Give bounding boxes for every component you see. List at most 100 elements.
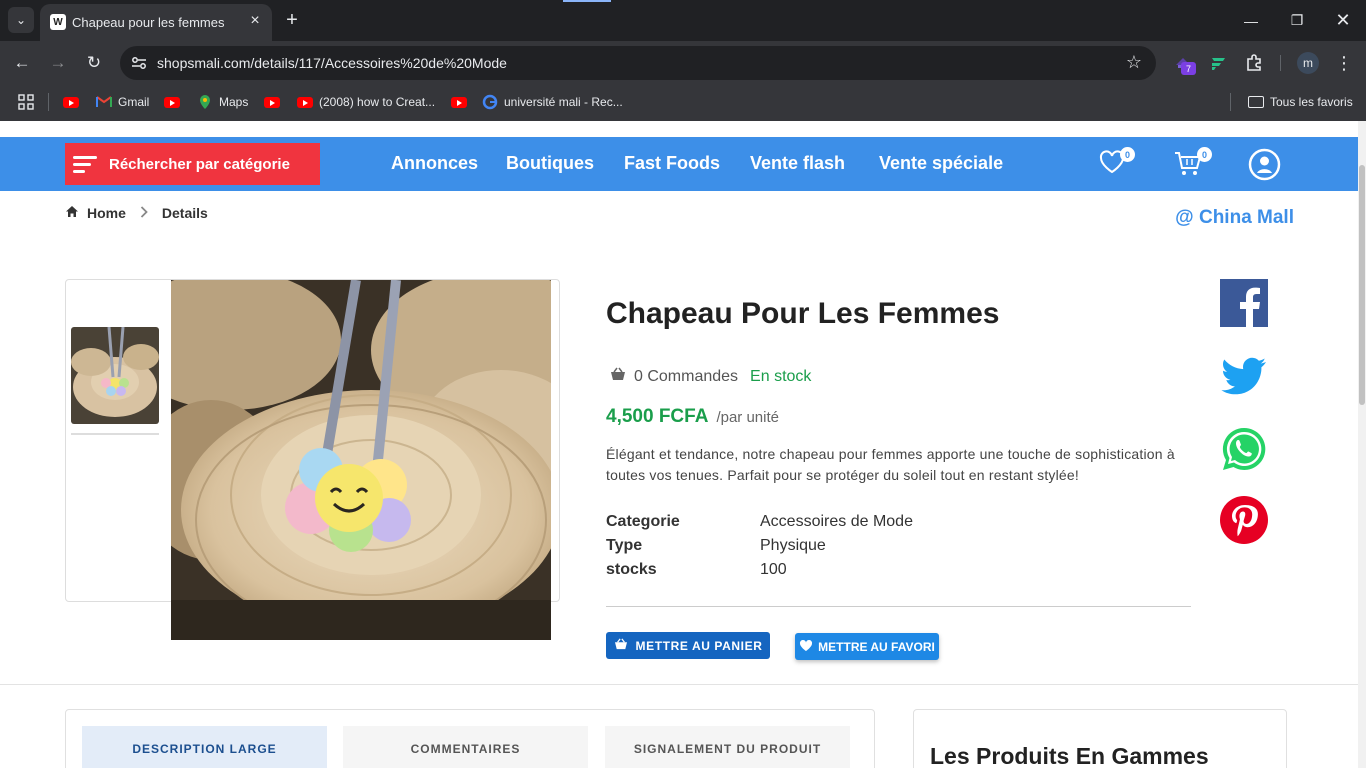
facebook-icon[interactable]	[1220, 279, 1268, 327]
nav-link-vente-speciale[interactable]: Vente spéciale	[879, 153, 1003, 174]
tab-signalement-produit[interactable]: SIGNALEMENT DU PRODUIT	[605, 726, 850, 768]
nav-link-boutiques[interactable]: Boutiques	[506, 153, 594, 174]
extension-f-icon[interactable]	[1208, 53, 1228, 73]
stock-status: En stock	[750, 367, 812, 385]
price-row: 4,500 FCFA /par unité	[606, 406, 779, 428]
url-text: shopsmali.com/details/117/Accessoires%20…	[157, 55, 507, 71]
thumbnail-indicator	[71, 433, 159, 435]
bookmark-label: Maps	[219, 95, 249, 109]
browser-tab-strip: ⌄ W Chapeau pour les femmes × + — ❐ ✕	[0, 0, 1366, 41]
page-viewport: Réchercher par catégorie Annonces Boutiq…	[0, 121, 1366, 768]
all-bookmarks-label: Tous les favoris	[1270, 95, 1353, 109]
close-window-icon[interactable]: ✕	[1320, 0, 1366, 41]
reload-icon[interactable]: ↻	[82, 51, 106, 75]
close-tab-icon[interactable]: ×	[246, 12, 264, 30]
page-scrollbar[interactable]	[1358, 121, 1366, 768]
product-thumbnail[interactable]	[71, 327, 159, 424]
info-divider	[606, 606, 1191, 607]
bookmark-gmail[interactable]: Gmail	[96, 93, 149, 111]
back-arrow-icon[interactable]: ←	[10, 51, 34, 75]
bookmark-label: université mali - Rec...	[504, 95, 623, 109]
spec-row-type: Type Physique	[606, 537, 826, 555]
spec-row-category: Categorie Accessoires de Mode	[606, 513, 913, 531]
address-bar[interactable]: shopsmali.com/details/117/Accessoires%20…	[120, 46, 1156, 80]
category-button-label: Réchercher par catégorie	[109, 155, 290, 173]
google-icon	[482, 94, 498, 110]
browser-menu-icon[interactable]: ⋮	[1332, 51, 1356, 75]
restore-window-icon[interactable]: ❐	[1274, 0, 1320, 41]
product-title: Chapeau Pour Les Femmes	[606, 297, 1000, 330]
apps-grid-icon[interactable]	[18, 93, 34, 111]
tab-strip-accent	[563, 0, 611, 2]
all-bookmarks-folder[interactable]: Tous les favoris	[1248, 93, 1353, 111]
breadcrumb-home[interactable]: Home	[87, 205, 126, 221]
home-icon[interactable]	[65, 205, 79, 221]
bookmark-youtube-3[interactable]	[264, 93, 280, 111]
breadcrumb: Home Details	[65, 205, 208, 221]
price-unit: /par unité	[716, 409, 779, 426]
minimize-window-icon[interactable]: —	[1228, 0, 1274, 41]
spec-key: Categorie	[606, 513, 680, 530]
bookmark-star-icon[interactable]: ☆	[1126, 52, 1142, 73]
add-to-favorites-button[interactable]: METTRE AU FAVORI	[795, 633, 939, 660]
cart-count-badge: 0	[1197, 147, 1212, 162]
bookmark-label: Gmail	[118, 95, 150, 109]
shop-name-link[interactable]: @ China Mall	[1175, 207, 1294, 229]
spec-value: Accessoires de Mode	[760, 513, 913, 530]
folder-icon	[1248, 96, 1264, 108]
header-top-strip	[0, 121, 1358, 137]
youtube-icon	[264, 96, 280, 108]
extensions-puzzle-icon[interactable]	[1244, 53, 1264, 73]
scrollbar-thumb[interactable]	[1359, 165, 1365, 405]
new-tab-icon[interactable]: +	[280, 8, 304, 32]
nav-link-fast-foods[interactable]: Fast Foods	[624, 153, 720, 174]
menu-lines-icon	[73, 155, 97, 173]
tab-search-button[interactable]: ⌄	[8, 7, 34, 33]
nav-link-annonces[interactable]: Annonces	[391, 153, 478, 174]
bookmark-youtube-4[interactable]	[451, 93, 467, 111]
spec-key: Type	[606, 537, 643, 554]
browser-toolbar: ← → ↻ shopsmali.com/details/117/Accessoi…	[0, 41, 1366, 85]
maps-icon	[197, 94, 213, 110]
site-info-icon[interactable]	[130, 54, 148, 72]
spec-value: Physique	[760, 537, 826, 554]
breadcrumb-current: Details	[161, 205, 208, 221]
forward-arrow-icon[interactable]: →	[46, 51, 70, 75]
related-products-title: Les Produits En Gammes	[930, 743, 1209, 768]
orders-count: 0 Commandes	[634, 367, 739, 385]
bookmark-universite-mali[interactable]: université mali - Rec...	[482, 93, 623, 111]
youtube-icon	[164, 96, 180, 108]
product-tabs-card: DESCRIPTION LARGE COMMENTAIRES SIGNALEME…	[65, 709, 875, 768]
gmail-icon	[96, 96, 112, 108]
bookmark-youtube-1[interactable]	[63, 93, 79, 111]
profile-avatar[interactable]: m	[1297, 52, 1319, 74]
product-price: 4,500 FCFA	[606, 406, 709, 427]
wishlist-count-badge: 0	[1120, 147, 1135, 162]
bookmarks-separator	[48, 93, 49, 111]
spec-row-stocks: stocks 100	[606, 561, 787, 579]
twitter-icon[interactable]	[1220, 351, 1268, 399]
bookmark-label: (2008) how to Creat...	[319, 95, 436, 109]
site-favicon-icon: W	[50, 14, 66, 30]
extension-badge: 7	[1181, 62, 1196, 75]
spec-key: stocks	[606, 561, 657, 578]
related-products-card: Les Produits En Gammes	[913, 709, 1287, 768]
user-account-icon[interactable]	[1248, 148, 1281, 186]
youtube-icon	[297, 96, 313, 108]
bookmark-maps[interactable]: Maps	[197, 93, 248, 111]
bookmark-youtube-2[interactable]	[164, 93, 180, 111]
bookmarks-bar: Gmail Maps (2008) how to Creat... univer…	[0, 85, 1366, 121]
pinterest-icon[interactable]	[1220, 496, 1268, 544]
tab-description-large[interactable]: DESCRIPTION LARGE	[82, 726, 327, 768]
nav-link-vente-flash[interactable]: Vente flash	[750, 153, 845, 174]
heart-icon	[799, 639, 813, 655]
add-to-cart-button[interactable]: METTRE AU PANIER	[606, 632, 770, 659]
bookmark-youtube-video[interactable]: (2008) how to Creat...	[297, 93, 435, 111]
whatsapp-icon[interactable]	[1220, 425, 1268, 473]
youtube-icon	[451, 96, 467, 108]
browser-tab-active[interactable]: W Chapeau pour les femmes ×	[40, 4, 272, 41]
category-search-button[interactable]: Réchercher par catégorie	[65, 143, 320, 185]
toolbar-separator	[1280, 55, 1281, 71]
product-main-image	[171, 280, 551, 640]
tab-commentaires[interactable]: COMMENTAIRES	[343, 726, 588, 768]
